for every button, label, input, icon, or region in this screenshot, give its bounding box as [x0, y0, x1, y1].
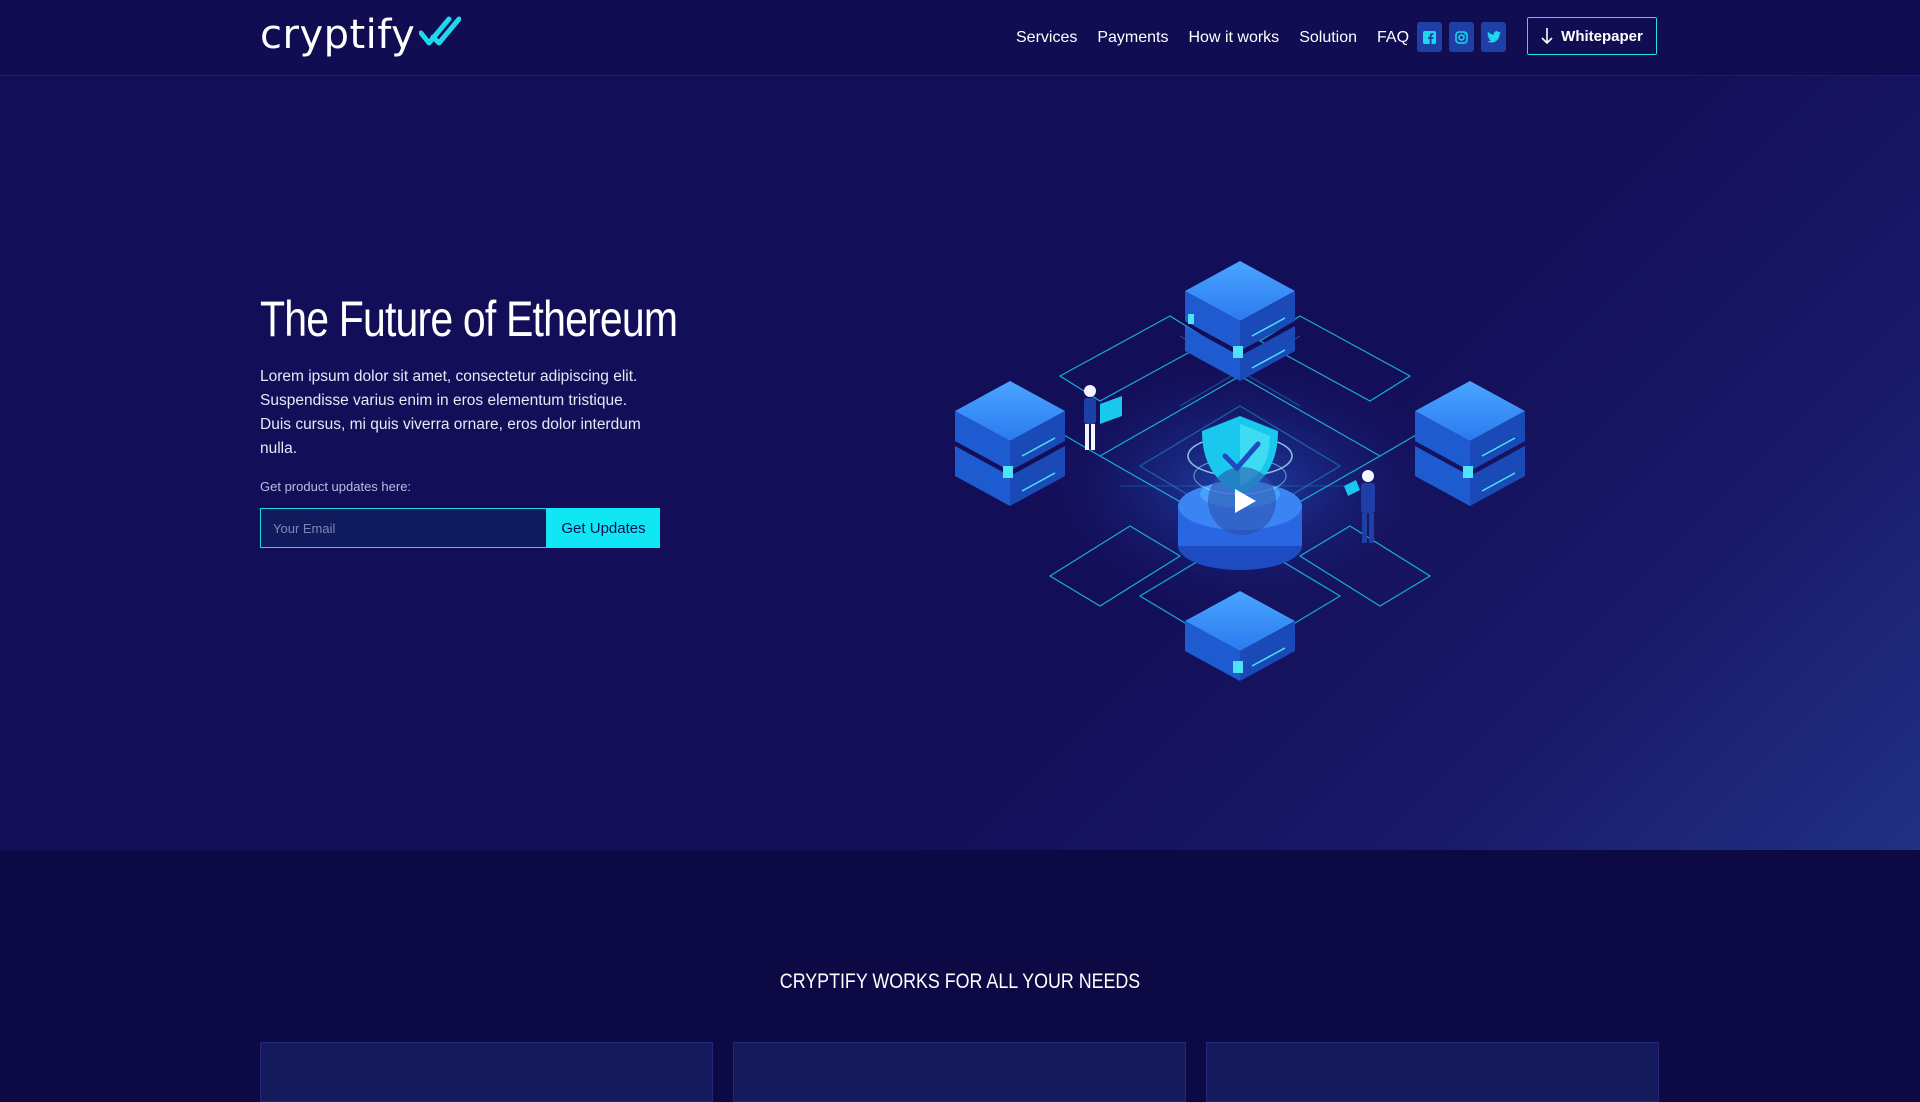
get-updates-button[interactable]: Get Updates	[547, 508, 660, 548]
facebook-icon	[1423, 30, 1436, 44]
nav-services[interactable]: Services	[1016, 22, 1077, 54]
hero-section: The Future of Ethereum Lorem ipsum dolor…	[0, 76, 1920, 850]
logo-text: cryptify	[260, 12, 416, 58]
whitepaper-label: Whitepaper	[1561, 27, 1643, 45]
blockchain-servers-illustration	[955, 261, 1525, 681]
nav-how-it-works[interactable]: How it works	[1189, 22, 1280, 54]
instagram-button[interactable]	[1449, 22, 1474, 52]
email-input[interactable]	[260, 508, 547, 548]
feature-card-1	[260, 1042, 713, 1102]
main-nav: Services Payments How it works Solution …	[1016, 22, 1429, 54]
double-check-icon	[419, 16, 462, 46]
nav-faq[interactable]: FAQ	[1377, 22, 1409, 54]
social-links	[1417, 22, 1506, 52]
nav-solution[interactable]: Solution	[1299, 22, 1357, 54]
instagram-icon	[1455, 30, 1468, 44]
nav-payments[interactable]: Payments	[1097, 22, 1168, 54]
play-button[interactable]	[1208, 467, 1276, 535]
hero-description: Lorem ipsum dolor sit amet, consectetur …	[260, 368, 641, 457]
logo[interactable]: cryptify	[260, 10, 462, 60]
updates-label: Get product updates here:	[260, 479, 412, 494]
twitter-button[interactable]	[1481, 22, 1506, 52]
section-title: CRYPTIFY WORKS FOR ALL YOUR NEEDS	[779, 970, 1141, 993]
hero-title: The Future of Ethereum	[260, 291, 678, 347]
download-arrow-icon	[1541, 28, 1553, 45]
twitter-icon	[1486, 31, 1501, 43]
whitepaper-button[interactable]: Whitepaper	[1527, 17, 1657, 55]
feature-card-3	[1206, 1042, 1659, 1102]
facebook-button[interactable]	[1417, 22, 1442, 52]
site-header: cryptify Services Payments How it works …	[0, 0, 1920, 76]
feature-card-2	[733, 1042, 1186, 1102]
